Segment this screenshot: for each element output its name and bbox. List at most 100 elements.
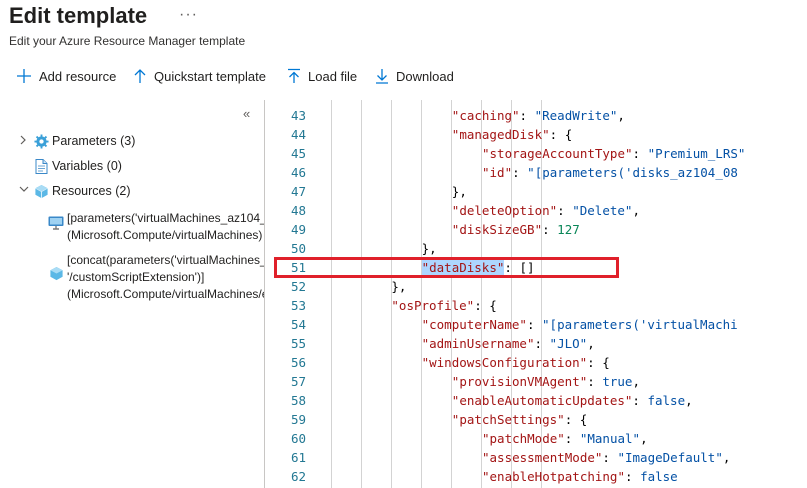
code-text: "id": "[parameters('disks_az104_08: [482, 163, 738, 182]
json-key: "deleteOption": [451, 203, 558, 218]
resource-name: [parameters('virtualMachines_az104_08: [67, 211, 265, 225]
code-line[interactable]: 52},: [266, 277, 807, 296]
json-token: : {: [549, 127, 573, 142]
line-number: 61: [290, 450, 306, 465]
code-line[interactable]: 61 "assessmentMode": "ImageDefault",: [266, 448, 807, 467]
json-token: :: [625, 469, 641, 484]
chevron-down-icon[interactable]: [19, 185, 31, 197]
line-number: 44: [290, 127, 306, 142]
code-text: "managedDisk": {: [452, 125, 572, 144]
load-file-label: Load file: [308, 68, 358, 84]
resource-type: (Microsoft.Compute/virtualMachines/ex: [67, 287, 265, 301]
chevron-right-icon[interactable]: [19, 135, 31, 148]
json-key: "osProfile": [391, 298, 475, 313]
json-key: "diskSizeGB": [451, 222, 543, 237]
code-text: "enableAutomaticUpdates": false,: [452, 391, 693, 410]
json-token: "Premium_LRS": [647, 146, 746, 161]
code-line[interactable]: 56 "windowsConfiguration": {: [266, 353, 807, 372]
json-key: "assessmentMode": [482, 450, 603, 465]
code-line[interactable]: 58 "enableAutomaticUpdates": false,: [266, 391, 807, 410]
code-line[interactable]: 54 "computerName": "[parameters('virtualM…: [266, 315, 807, 334]
code-line[interactable]: 47},: [266, 182, 807, 201]
add-resource-label: Add resource: [39, 68, 117, 84]
line-number: 54: [290, 317, 306, 332]
json-key: "caching": [451, 108, 520, 123]
json-token: :: [542, 222, 558, 237]
json-token: :: [512, 165, 528, 180]
resource-name: [concat(parameters('virtualMachines_a: [67, 253, 265, 267]
add-resource-button[interactable]: Add resource: [16, 65, 116, 87]
json-token: true: [602, 374, 633, 389]
tree-item-variables[interactable]: Variables (0): [33, 158, 122, 174]
json-token: ,: [632, 374, 640, 389]
code-line[interactable]: 46 "id": "[parameters('disks_az104_08: [266, 163, 807, 182]
code-line[interactable]: 48 "deleteOption": "Delete",: [266, 201, 807, 220]
template-outline-panel: « Parameters (3) Variables (0) Resources…: [0, 100, 265, 488]
code-line[interactable]: 44 "managedDisk": {: [266, 125, 807, 144]
code-line[interactable]: 57 "provisionVMAgent": true,: [266, 372, 807, 391]
line-number: 52: [290, 279, 306, 294]
code-line[interactable]: 53 "osProfile": {: [266, 296, 807, 315]
code-line[interactable]: 50},: [266, 239, 807, 258]
line-number: 55: [290, 336, 306, 351]
line-number: 62: [290, 469, 306, 484]
json-token: :: [534, 336, 550, 351]
page-subtitle: Edit your Azure Resource Manager templat…: [9, 34, 246, 48]
code-line[interactable]: 60 "patchMode": "Manual",: [266, 429, 807, 448]
json-token: 127: [557, 222, 580, 237]
code-text: "patchSettings": {: [452, 410, 587, 429]
json-token: :: [602, 450, 618, 465]
code-text: },: [452, 182, 467, 201]
line-number: 57: [290, 374, 306, 389]
more-options-icon[interactable]: ···: [179, 6, 198, 24]
code-text: "assessmentMode": "ImageDefault",: [482, 448, 730, 467]
collapse-panel-button[interactable]: «: [243, 106, 250, 121]
code-text: "computerName": "[parameters('virtualMac…: [422, 315, 738, 334]
json-token: },: [421, 241, 437, 256]
code-text: },: [391, 277, 406, 296]
upload-icon: [288, 68, 300, 83]
json-token: :: [632, 393, 648, 408]
download-button[interactable]: Download: [375, 65, 454, 87]
json-key: "managedDisk": [451, 127, 550, 142]
json-key: "patchSettings": [451, 412, 565, 427]
code-line[interactable]: 45 "storageAccountType": "Premium_LRS": [266, 144, 807, 163]
json-token: "Manual": [579, 431, 641, 446]
code-line[interactable]: 62 "enableHotpatching": false: [266, 467, 807, 486]
tree-item-resources[interactable]: Resources (2): [19, 183, 131, 199]
document-icon: [33, 158, 49, 174]
code-text: },: [422, 239, 437, 258]
tree-item-parameters[interactable]: Parameters (3): [19, 133, 135, 149]
line-number: 58: [290, 393, 306, 408]
code-line[interactable]: 43 "caching": "ReadWrite",: [266, 106, 807, 125]
tree-item-virtual-machine[interactable]: [parameters('virtualMachines_az104_08 (M…: [48, 210, 265, 244]
json-token: : {: [474, 298, 497, 313]
json-token: :: [564, 431, 580, 446]
json-token: "ReadWrite": [534, 108, 618, 123]
json-token: : {: [564, 412, 588, 427]
virtual-machine-icon: [48, 215, 64, 231]
line-number: 53: [290, 298, 306, 313]
code-line[interactable]: 59 "patchSettings": {: [266, 410, 807, 429]
code-text: "adminUsername": "JLO",: [422, 334, 595, 353]
line-number: 50: [290, 241, 306, 256]
cube-icon: [33, 183, 49, 199]
plus-icon: [17, 69, 31, 83]
json-code-editor[interactable]: 43 "caching": "ReadWrite", 44 "managedDisk"…: [266, 100, 807, 488]
json-token: : {: [587, 355, 610, 370]
json-token: "JLO": [549, 336, 588, 351]
json-token: :: [632, 146, 648, 161]
tree-item-custom-script-extension[interactable]: [concat(parameters('virtualMachines_a '/…: [48, 252, 265, 303]
quickstart-template-label: Quickstart template: [154, 68, 266, 84]
line-number: 46: [290, 165, 306, 180]
quickstart-template-button[interactable]: Quickstart template: [133, 65, 266, 87]
json-token: "[parameters('virtualMachi: [542, 317, 738, 332]
code-line[interactable]: 49 "diskSizeGB": 127: [266, 220, 807, 239]
line-number: 45: [290, 146, 306, 161]
json-token: ,: [685, 393, 693, 408]
code-line[interactable]: 55 "adminUsername": "JLO",: [266, 334, 807, 353]
json-token: "[parameters('disks_az104_08: [527, 165, 738, 180]
json-token: "Delete": [572, 203, 633, 218]
load-file-button[interactable]: Load file: [287, 65, 357, 87]
tree-item-label: Parameters (3): [52, 134, 136, 148]
